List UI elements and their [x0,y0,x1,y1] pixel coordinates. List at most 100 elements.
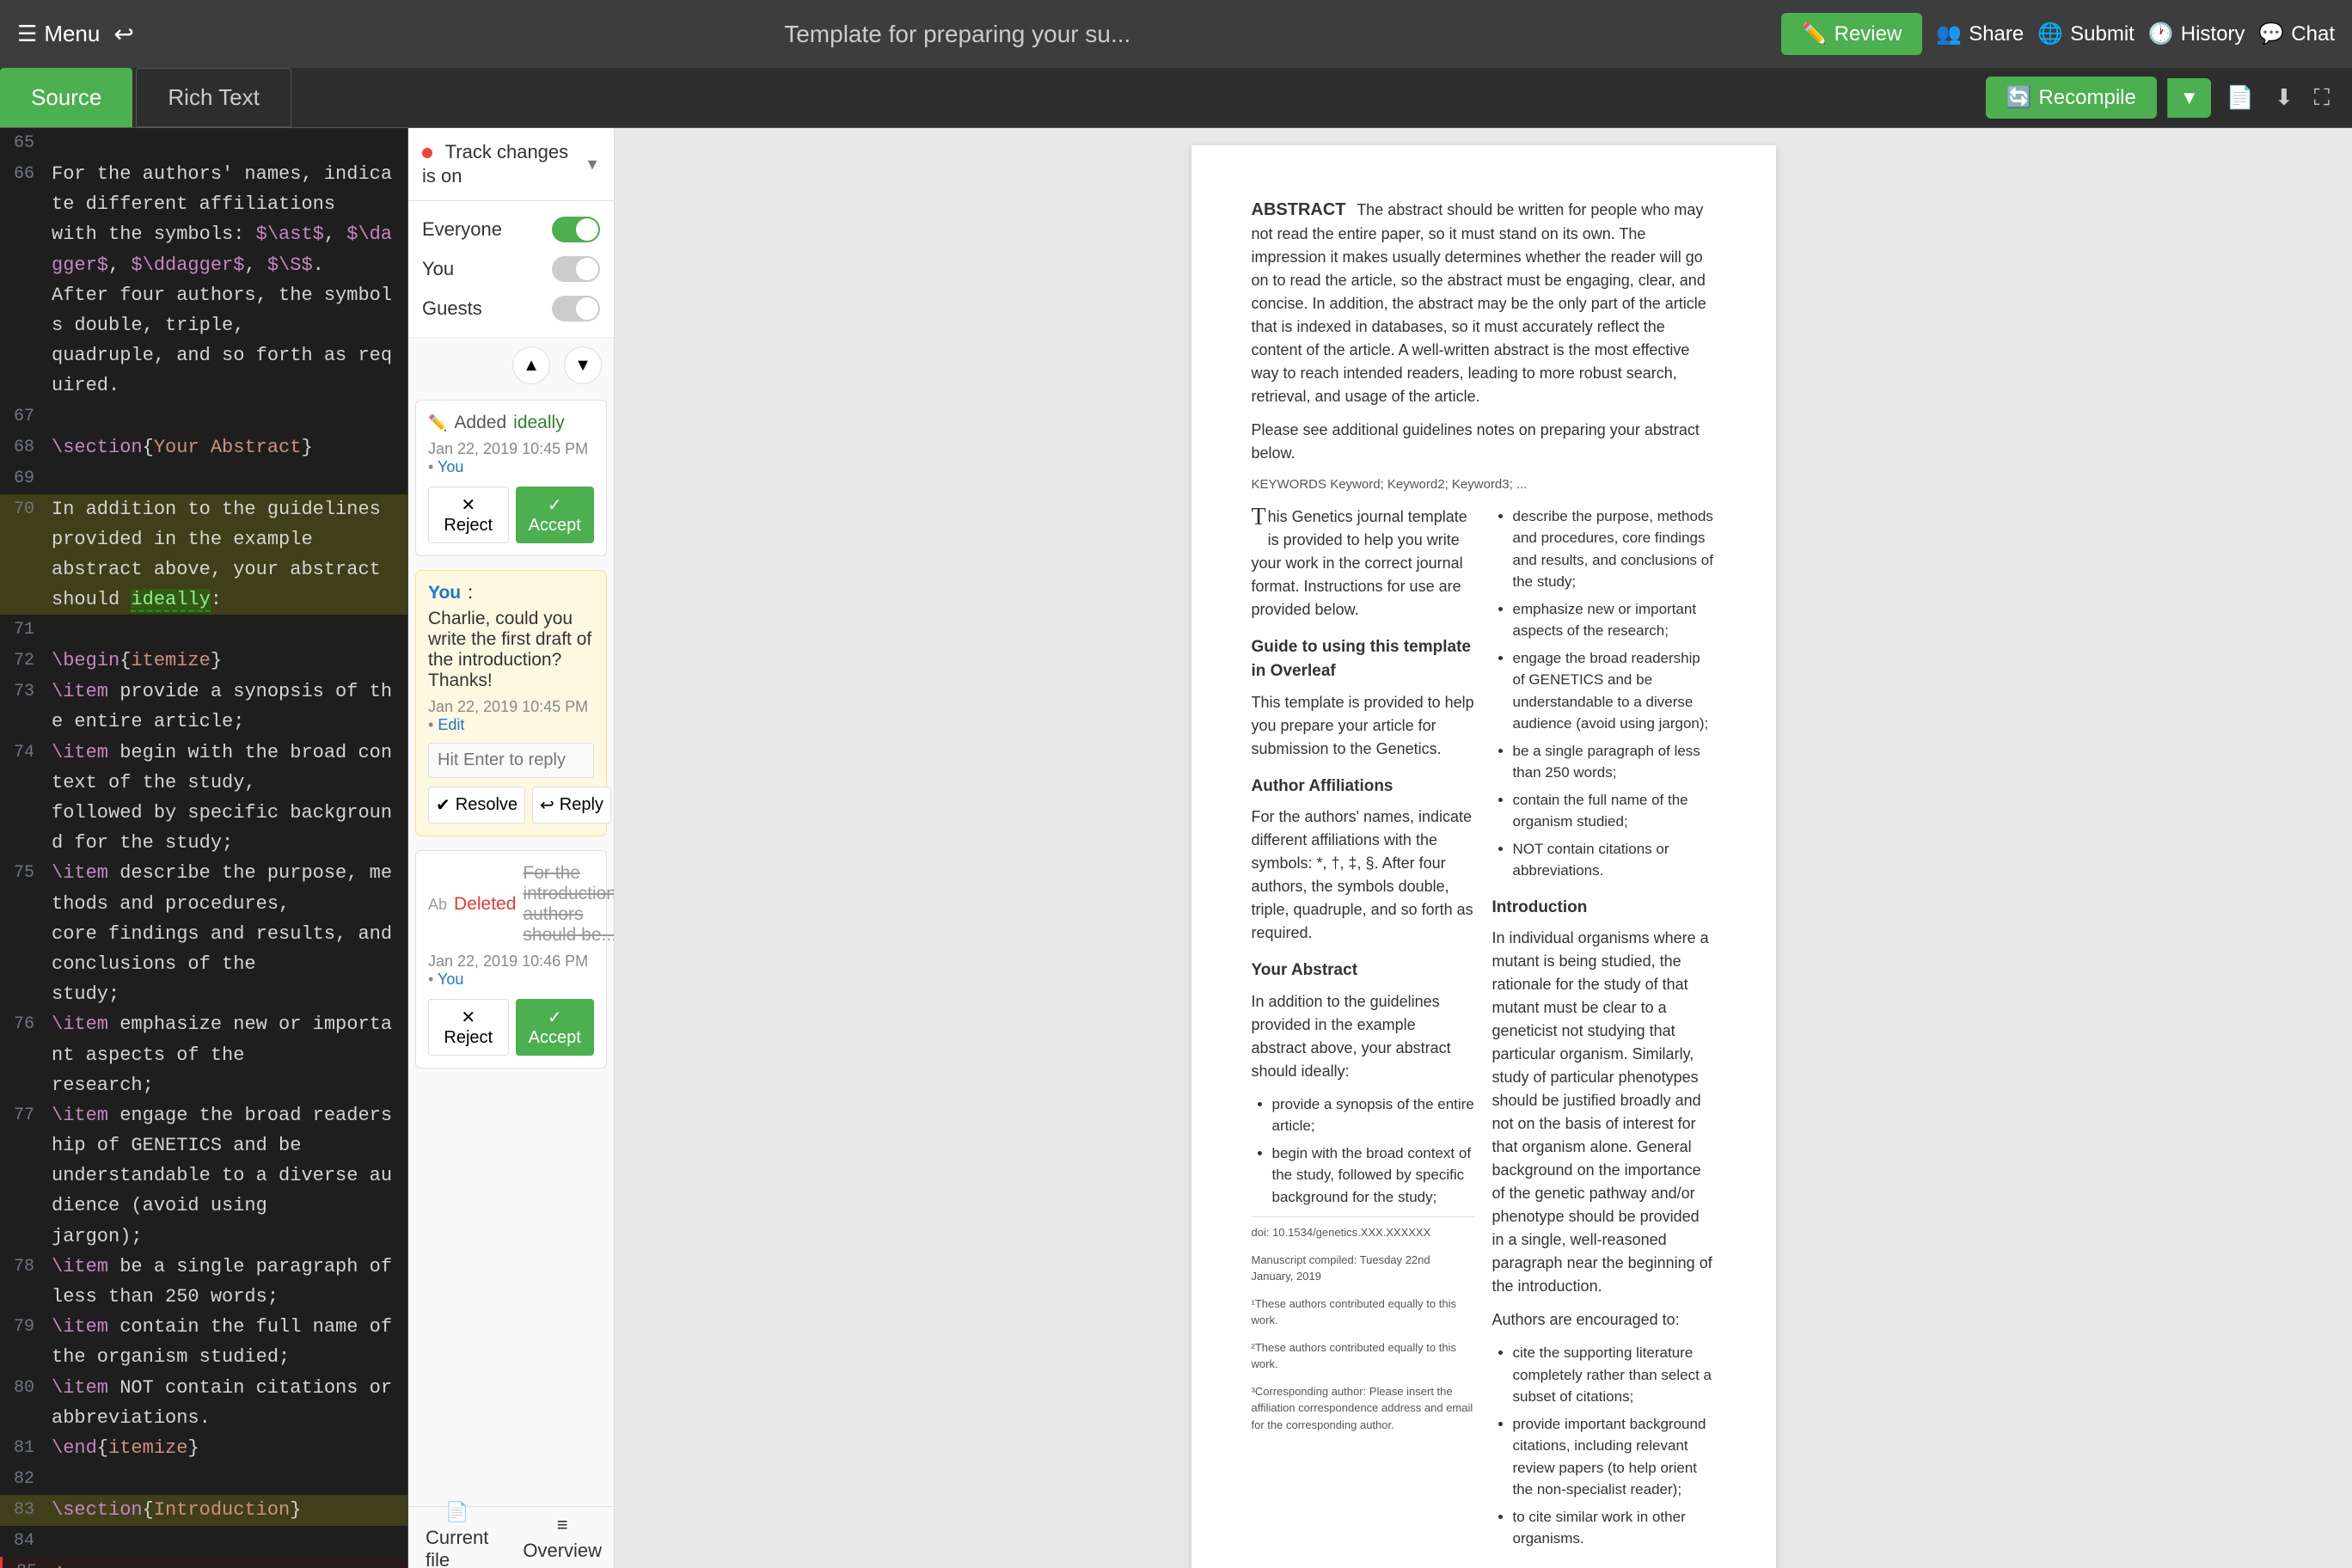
review-icon: ✏️ [1802,21,1828,46]
deleted-text: For the introduction,authors should be..… [523,863,614,946]
rlist-2: emphasize new or important aspects of th… [1513,598,1716,642]
submit-icon: 🌐 [2037,21,2063,46]
code-line-77: 77 \item engage the broad readership of … [0,1100,407,1252]
share-icon: 👥 [1936,21,1962,46]
overview-tab[interactable]: ≡ Overview [505,1505,615,1568]
vis-everyone: Everyone [422,210,600,249]
top-bar: ☰ Menu ↩ Template for preparing your su.… [0,0,2352,68]
change-card-added: ✏️ Added ideally Jan 22, 2019 10:45 PM •… [415,400,607,556]
deleted-card-meta: Jan 22, 2019 10:46 PM • You [428,952,594,989]
you-toggle[interactable] [552,256,600,282]
code-line-71: 71 [0,615,407,646]
manuscript-date: Manuscript compiled: Tuesday 22nd Januar… [1252,1252,1475,1285]
abstract-paragraph: ABSTRACT The abstract should be written … [1252,197,1716,408]
comment-date: Jan 22, 2019 10:45 PM [428,698,588,715]
track-dot [422,148,432,158]
menu-icon: ☰ [17,21,37,47]
comment-edit-link[interactable]: Edit [438,716,464,733]
recompile-dropdown-button[interactable]: ▼ [2167,78,2211,118]
pencil-icon: ✏️ [428,414,447,432]
overview-icon: ≡ [557,1514,568,1536]
recompile-area: 🔄 Recompile ▼ 📄 ⬇ ⛶ [1969,77,2352,119]
code-line-82: 82 [0,1464,407,1495]
tab-richtext[interactable]: Rich Text [136,68,291,127]
submit-label: Submit [2070,22,2135,46]
file-download-button[interactable]: 📄 [2221,79,2259,116]
code-line-65: 65 [0,128,407,159]
change-card-deleted: Ab Deleted For the introduction,authors … [415,850,607,1069]
keywords-label: KEYWORDS [1252,477,1327,492]
deleted-date: Jan 22, 2019 10:46 PM [428,952,588,970]
submit-button[interactable]: 🌐 Submit [2037,21,2135,46]
review-button[interactable]: ✏️ Review [1781,13,1923,55]
keywords-value: Keyword; Keyword2; Keyword3; ... [1330,477,1527,492]
code-line-69: 69 [0,463,407,494]
undo-button[interactable]: ↩ [113,20,133,48]
preview-panel: ABSTRACT The abstract should be written … [615,128,2352,1568]
recompile-button[interactable]: 🔄 Recompile [1986,77,2157,119]
code-line-80: 80 \item NOT contain citations or abbrev… [0,1373,407,1433]
tab-source[interactable]: Source [0,68,132,127]
code-line-66: 66 For the authors' names, indicate diff… [0,159,407,401]
resolve-button[interactable]: ✔ Resolve [428,787,525,824]
download-button[interactable]: ⬇ [2269,79,2299,116]
current-file-label: Current file [426,1527,488,1568]
code-line-79: 79 \item contain the full name of the or… [0,1312,407,1372]
right-list: describe the purpose, methods and proced… [1492,505,1716,882]
guests-toggle[interactable] [552,296,600,322]
code-line-72: 72 \begin{itemize} [0,646,407,677]
panel-bottom-tabs: 📄 Current file ≡ Overview [408,1506,614,1568]
reject-button-2[interactable]: ✕ Reject [428,999,509,1056]
rlist-5: contain the full name of the organism st… [1513,789,1716,833]
resolve-icon: ✔ [436,794,450,816]
accept-button-2[interactable]: ✓ Accept [516,999,595,1056]
current-file-tab[interactable]: 📄 Current file [408,1492,505,1568]
reply-label: Reply [560,795,603,815]
rlist-1: describe the purpose, methods and proced… [1513,505,1716,593]
vis-you: You [422,249,600,289]
abstract-list: provide a synopsis of the entire article… [1252,1093,1475,1209]
change-meta: Jan 22, 2019 10:45 PM • You [428,440,594,476]
affiliations-text: For the authors' names, indicate differe… [1252,805,1475,945]
chat-button[interactable]: 💬 Chat [2258,21,2335,46]
editor-tabs-bar: Source Rich Text 🔄 Recompile ▼ 📄 ⬇ ⛶ [0,68,2352,128]
guide-text: This template is provided to help you pr… [1252,691,1475,761]
guests-label: Guests [422,297,482,320]
comment-card-1: You: Charlie, could you write the first … [415,570,607,836]
comment-actions: ✔ Resolve ↩ Reply [428,787,594,824]
track-changes-info: Track changes is on [422,140,585,188]
menu-button[interactable]: ☰ Menu [17,21,100,47]
comment-author: You [428,583,461,603]
reject-button-1[interactable]: ✕ Reject [428,487,509,543]
change-value: ideally [513,413,565,433]
history-button[interactable]: 🕐 History [2148,21,2245,46]
reply-button[interactable]: ↩ Reply [532,787,611,824]
code-line-78: 78 \item be a single paragraph of less t… [0,1252,407,1312]
keywords: KEYWORDS Keyword; Keyword2; Keyword3; ..… [1252,475,1716,495]
comment-meta: Jan 22, 2019 10:45 PM • Edit [428,698,594,734]
share-label: Share [1969,22,2024,46]
next-change-button[interactable]: ▼ [564,346,602,384]
you-label: You [422,258,454,280]
expand-button[interactable]: ⛶ [2309,79,2335,117]
track-changes-label: Track changes is on [422,141,568,187]
code-editor[interactable]: 65 66 For the authors' names, indicate d… [0,128,408,1568]
share-button[interactable]: 👥 Share [1936,21,2024,46]
file-icon: 📄 [445,1501,469,1523]
prev-change-button[interactable]: ▲ [512,346,550,384]
list-item-1: provide a synopsis of the entire article… [1272,1093,1475,1137]
everyone-toggle[interactable] [552,217,600,242]
accept-button-1[interactable]: ✓ Accept [516,487,595,543]
code-line-84: 84 [0,1526,407,1557]
affiliations-section: Author Affiliations [1252,775,1475,799]
change-card-buttons: ✕ Reject ✓ Accept [428,487,594,543]
preview-two-col: This Genetics journal template is provid… [1252,505,1716,1568]
track-chevron-icon[interactable]: ▼ [585,156,600,174]
ilist-2: provide important background citations, … [1513,1413,1716,1501]
reply-input[interactable] [428,743,594,778]
comment-text: Charlie, could you write the first draft… [428,609,594,691]
deleted-card-buttons: ✕ Reject ✓ Accept [428,999,594,1056]
preview-page-1: ABSTRACT The abstract should be written … [1191,145,1776,1568]
overview-label: Overview [523,1540,602,1562]
code-line-75: 75 \item describe the purpose, methods a… [0,858,407,1009]
